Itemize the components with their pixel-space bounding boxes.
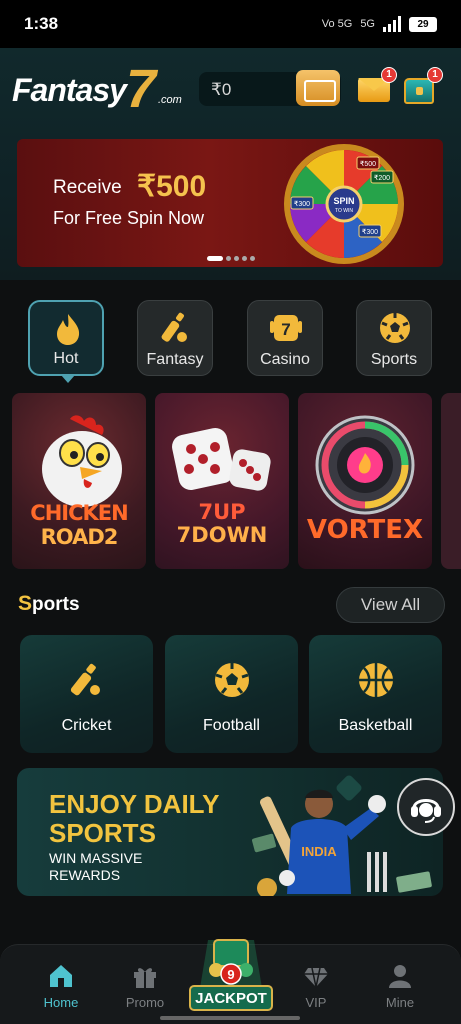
game-title-chicken-road: CHICKEN ROAD2 <box>30 501 128 549</box>
soccer-ball-icon <box>215 663 249 697</box>
balance-value: ₹0 <box>211 80 232 99</box>
game-card-partial[interactable] <box>441 393 461 569</box>
sport-label-cricket: Cricket <box>61 717 112 734</box>
jersey-text: INDIA <box>301 844 337 859</box>
diamond-icon <box>304 967 328 988</box>
headset-icon <box>411 799 441 823</box>
dice-icon <box>172 428 271 491</box>
brand-logo[interactable]: Fantasy 7 .com <box>12 56 182 119</box>
treasure-chest-icon <box>404 78 434 104</box>
view-all-button[interactable]: View All <box>336 587 445 623</box>
daily-sports-promo-banner[interactable]: ENJOY DAILY SPORTS WIN MASSIVE REWARDS I… <box>17 768 443 896</box>
tab-casino[interactable]: 7 Casino <box>247 300 323 376</box>
wheel-center-label: SPIN <box>333 196 354 206</box>
volte-indicator: Vo 5G <box>321 18 353 30</box>
free-spin-banner[interactable]: Receive ₹500 For Free Spin Now ₹500 ₹200… <box>17 139 443 267</box>
tab-fantasy[interactable]: Fantasy <box>137 300 213 376</box>
game-title-vortex: VORTEX <box>306 515 424 545</box>
wheel-prize-2: ₹200 <box>374 174 390 182</box>
basketball-icon <box>359 663 393 697</box>
nav-promo[interactable]: Promo <box>105 945 185 1024</box>
tab-hot-label: Hot <box>53 350 79 367</box>
nav-jackpot-label: JACKPOT <box>195 990 267 1007</box>
wheel-center-sub: TO WIN <box>335 208 353 214</box>
sport-card-football[interactable]: Football <box>165 635 298 753</box>
gift-icon <box>134 968 156 988</box>
svg-text:7: 7 <box>281 320 290 339</box>
tab-hot[interactable]: Hot <box>28 300 104 383</box>
status-bar: 1:38 Vo 5G 5G 29 <box>0 0 461 48</box>
status-time: 1:38 <box>24 14 59 33</box>
chest-badge: 1 <box>427 67 443 83</box>
wheel-prize-4: ₹300 <box>362 228 378 236</box>
logo-seven: 7 <box>126 59 157 119</box>
cricket-bat-icon <box>70 663 100 696</box>
game-card-vortex[interactable]: VORTEX <box>298 393 432 569</box>
status-icons: Vo 5G 5G 29 <box>322 16 437 32</box>
nav-vip-label: VIP <box>305 995 327 1010</box>
chicken-icon <box>42 415 122 507</box>
tab-fantasy-label: Fantasy <box>146 351 204 368</box>
nav-home[interactable]: Home <box>21 945 101 1024</box>
tab-casino-label: Casino <box>260 351 310 368</box>
signal-icon <box>383 16 401 32</box>
home-icon <box>50 965 72 987</box>
game-card-7up-7down[interactable]: 7UP 7DOWN <box>155 393 289 569</box>
app-screen: 1:38 Vo 5G 5G 29 Fantasy 7 .com ₹0 1 1 R… <box>0 0 461 1024</box>
soccer-ball-icon <box>380 313 410 343</box>
mail-button[interactable]: 1 <box>356 67 397 106</box>
slot-seven-icon: 7 <box>270 315 302 341</box>
promo-headline: ENJOY DAILY SPORTS <box>49 789 220 848</box>
nav-vip[interactable]: VIP <box>276 945 356 1024</box>
sport-card-basketball[interactable]: Basketball <box>309 635 442 753</box>
vortex-wheel-icon <box>315 415 415 515</box>
nav-jackpot[interactable]: 9 JACKPOT <box>186 930 276 1012</box>
mail-badge: 1 <box>381 67 397 83</box>
cricket-bat-icon <box>161 312 187 342</box>
sport-label-football: Football <box>203 717 260 734</box>
banner-line1: Receive <box>53 177 122 198</box>
wheel-prize-3: ₹300 <box>294 200 310 208</box>
banner-amount: ₹500 <box>137 170 207 203</box>
user-icon <box>389 965 411 988</box>
treasure-chest-button[interactable]: 1 <box>402 67 443 106</box>
wheel-prize-1: ₹500 <box>360 160 376 168</box>
nav-promo-label: Promo <box>125 995 165 1010</box>
promo-subtext: WIN MASSIVE REWARDS <box>49 850 143 883</box>
logo-suffix: .com <box>158 94 182 106</box>
tab-sports[interactable]: Sports <box>356 300 432 376</box>
nav-mine[interactable]: Mine <box>360 945 440 1024</box>
game-card-chicken-road[interactable]: CHICKEN ROAD2 <box>12 393 146 569</box>
spin-wheel-icon: ₹500 ₹200 ₹300 ₹300 SPIN TO WIN <box>284 144 404 264</box>
nav-mine-label: Mine <box>385 995 415 1010</box>
nav-home-label: Home <box>43 995 79 1010</box>
carousel-dots[interactable] <box>207 256 255 261</box>
sports-section-title: Sports <box>18 592 80 615</box>
sport-card-cricket[interactable]: Cricket <box>20 635 153 753</box>
banner-line2: For Free Spin Now <box>53 208 205 228</box>
battery-icon: 29 <box>409 16 437 32</box>
tab-sports-label: Sports <box>370 351 418 368</box>
gesture-bar[interactable] <box>160 1016 300 1020</box>
jackpot-ball-number: 9 <box>227 967 234 982</box>
sport-label-basketball: Basketball <box>338 717 413 734</box>
wallet-icon[interactable] <box>296 70 340 106</box>
support-headset-button[interactable] <box>397 778 455 836</box>
flame-icon <box>57 314 80 345</box>
logo-word: Fantasy <box>12 72 127 108</box>
network-indicator: 5G <box>360 18 375 30</box>
game-title-7up-7down: 7UP 7DOWN <box>176 500 268 547</box>
